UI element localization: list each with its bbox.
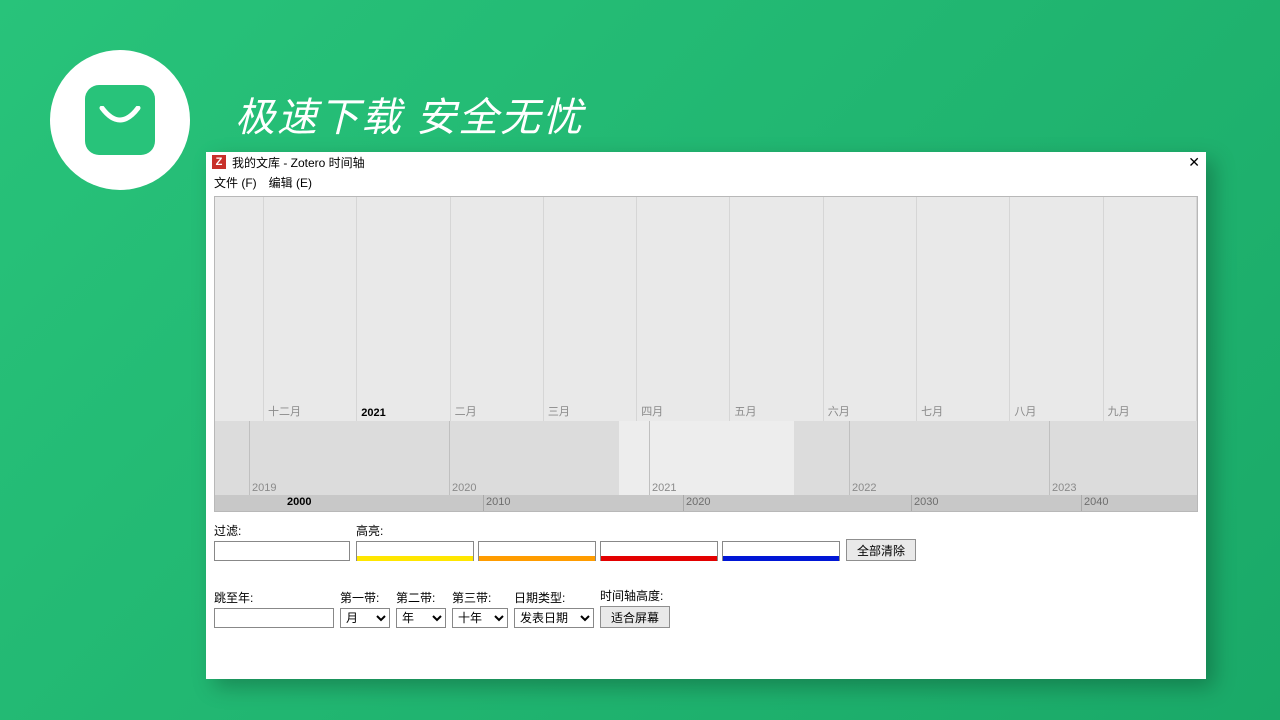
timeline-band-bot[interactable]: 20002010202020302040 — [215, 495, 1197, 511]
fit-screen-button[interactable]: 适合屏幕 — [600, 606, 670, 628]
close-button[interactable]: ✕ — [1188, 154, 1200, 171]
band2-label: 第二带: — [396, 589, 446, 606]
highlight-input-4[interactable] — [722, 541, 840, 561]
clear-all-button[interactable]: 全部清除 — [846, 539, 916, 561]
timeline-height-label: 时间轴高度: — [600, 587, 670, 604]
band1-label: 第一带: — [340, 589, 390, 606]
brand-circle — [50, 50, 190, 190]
band3-select[interactable]: 十年 — [452, 608, 508, 628]
timeline-band-mid[interactable]: 20192020202120222023 — [215, 421, 1197, 495]
date-type-select[interactable]: 发表日期 — [514, 608, 594, 628]
highlight-input-3[interactable] — [600, 541, 718, 561]
window-title: 我的文库 - Zotero 时间轴 — [232, 154, 365, 171]
controls: 过滤: 高亮: 全部清除 跳至年: 第一带: 月 第二带: 年 — [206, 512, 1206, 632]
menubar: 文件 (F) 编辑 (E) — [206, 172, 1206, 192]
timeline[interactable]: 十二月2021二月三月四月五月六月七月八月九月 2019202020212022… — [214, 196, 1198, 512]
banner-text: 极速下载 安全无忧 — [235, 85, 584, 143]
filter-label: 过滤: — [214, 522, 350, 539]
menu-file[interactable]: 文件 (F) — [214, 174, 257, 191]
timeline-band-top[interactable]: 十二月2021二月三月四月五月六月七月八月九月 — [215, 197, 1197, 421]
highlight-input-2[interactable] — [478, 541, 596, 561]
menu-edit[interactable]: 编辑 (E) — [269, 174, 312, 191]
jump-year-input[interactable] — [214, 608, 334, 628]
titlebar: Z 我的文库 - Zotero 时间轴 ✕ — [206, 152, 1206, 172]
zotero-icon: Z — [212, 155, 226, 169]
jump-year-label: 跳至年: — [214, 589, 334, 606]
date-type-label: 日期类型: — [514, 589, 594, 606]
band1-select[interactable]: 月 — [340, 608, 390, 628]
band2-select[interactable]: 年 — [396, 608, 446, 628]
bag-icon — [85, 85, 155, 155]
band3-label: 第三带: — [452, 589, 508, 606]
filter-input[interactable] — [214, 541, 350, 561]
highlight-label: 高亮: — [356, 522, 840, 539]
highlight-input-1[interactable] — [356, 541, 474, 561]
app-window: Z 我的文库 - Zotero 时间轴 ✕ 文件 (F) 编辑 (E) 十二月2… — [206, 152, 1206, 679]
